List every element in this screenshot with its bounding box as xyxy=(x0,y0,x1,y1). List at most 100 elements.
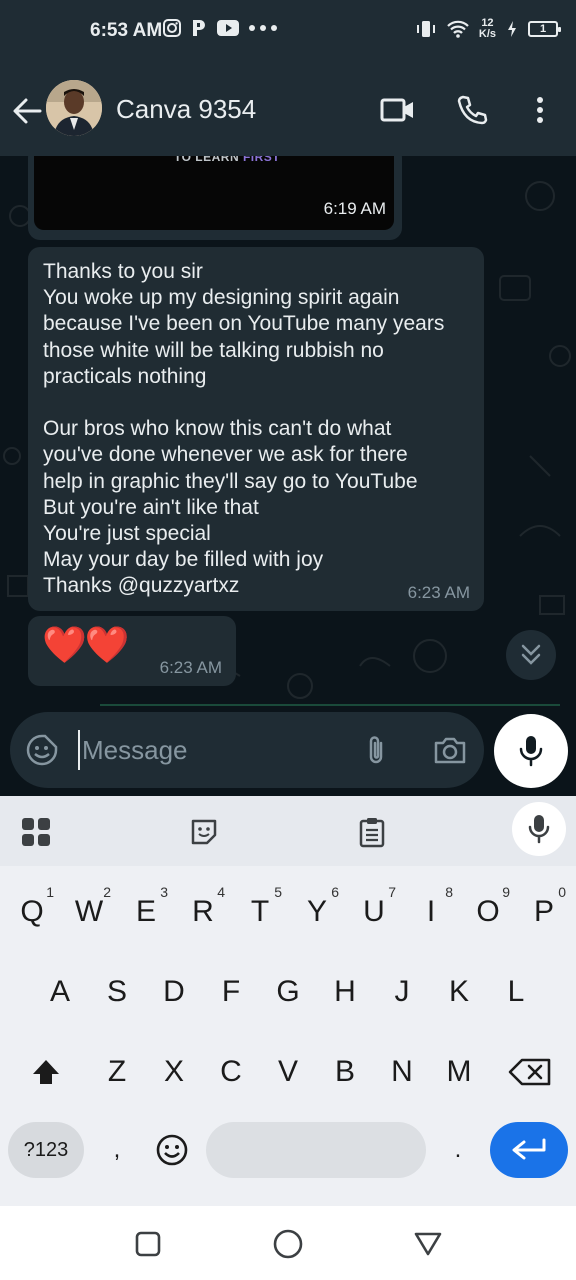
video-call-icon xyxy=(380,98,413,122)
voice-call-icon xyxy=(457,95,488,125)
emoji-button[interactable] xyxy=(24,732,60,768)
camera-icon xyxy=(434,737,466,764)
key-j[interactable]: J xyxy=(374,962,430,1022)
key-o[interactable]: 9O xyxy=(460,882,516,942)
chat-area[interactable]: TO LEARN FIRST 6:19 AM Thanks to you sir… xyxy=(0,156,576,710)
status-time: 6:53 AM xyxy=(90,20,163,41)
keyboard-toolbar xyxy=(0,796,576,866)
mic-icon xyxy=(528,815,550,844)
emoji-message-bubble[interactable]: ❤️❤️ 6:23 AM xyxy=(28,616,236,686)
key-c[interactable]: C xyxy=(203,1042,259,1102)
key-a[interactable]: A xyxy=(32,962,88,1022)
message-time: 6:23 AM xyxy=(159,658,222,677)
battery-indicator: 1 xyxy=(528,21,561,37)
key-p[interactable]: 0P xyxy=(516,882,572,942)
media-message-bubble[interactable]: TO LEARN FIRST 6:19 AM xyxy=(28,156,402,240)
chat-header: Canva 9354 xyxy=(0,64,576,156)
back-nav-button[interactable] xyxy=(408,1224,448,1264)
back-button[interactable] xyxy=(10,94,44,128)
network-speed: 12 K/s xyxy=(478,17,496,40)
backspace-icon xyxy=(508,1058,551,1086)
attach-icon xyxy=(369,736,383,764)
key-x[interactable]: X xyxy=(146,1042,202,1102)
media-caption: TO LEARN FIRST xyxy=(174,156,281,164)
text-message-bubble[interactable]: Thanks to you sir You woke up my designi… xyxy=(28,247,484,611)
instagram-icon xyxy=(163,19,181,37)
system-navigation-bar xyxy=(0,1206,576,1280)
vibrate-icon xyxy=(416,21,435,37)
more-options-button[interactable] xyxy=(520,90,560,130)
smiley-icon xyxy=(156,1134,188,1166)
enter-arrow-icon xyxy=(512,1138,546,1160)
key-y[interactable]: 6Y xyxy=(289,882,345,942)
message-text: Thanks to you sir You woke up my designi… xyxy=(43,260,445,598)
key-f[interactable]: F xyxy=(203,962,259,1022)
key-b[interactable]: B xyxy=(317,1042,373,1102)
double-chevron-down-icon xyxy=(521,644,541,665)
message-composer xyxy=(0,710,576,796)
sticker-button[interactable] xyxy=(184,812,224,852)
voice-message-button[interactable] xyxy=(494,714,568,788)
video-call-button[interactable] xyxy=(378,90,418,130)
clipboard-button[interactable] xyxy=(352,812,392,852)
shift-key[interactable] xyxy=(18,1042,74,1102)
divider-line xyxy=(100,704,560,706)
keyboard-row-1: 1Q 2W 3E 4R 5T 6Y 7U 8I 9O 0P xyxy=(0,882,576,942)
message-time: 6:19 AM xyxy=(323,199,386,218)
more-options-icon xyxy=(537,97,543,123)
emoji-key[interactable] xyxy=(146,1122,198,1178)
recents-button[interactable] xyxy=(128,1224,168,1264)
key-w[interactable]: 2W xyxy=(61,882,117,942)
wifi-icon xyxy=(447,20,469,38)
key-k[interactable]: K xyxy=(431,962,487,1022)
key-v[interactable]: V xyxy=(260,1042,316,1102)
key-s[interactable]: S xyxy=(89,962,145,1022)
contact-avatar[interactable] xyxy=(46,80,102,136)
apps-button[interactable] xyxy=(16,812,56,852)
voice-typing-button[interactable] xyxy=(512,802,566,856)
back-triangle-icon xyxy=(414,1232,442,1256)
key-e[interactable]: 3E xyxy=(118,882,174,942)
composer-field xyxy=(10,712,484,788)
key-z[interactable]: Z xyxy=(89,1042,145,1102)
contact-name[interactable]: Canva 9354 xyxy=(116,94,256,125)
scroll-to-bottom-button[interactable] xyxy=(506,630,556,680)
key-q[interactable]: 1Q xyxy=(4,882,60,942)
voice-call-button[interactable] xyxy=(452,90,492,130)
recents-square-icon xyxy=(135,1231,161,1257)
apps-grid-icon xyxy=(22,818,50,846)
key-h[interactable]: H xyxy=(317,962,373,1022)
mic-icon xyxy=(519,736,543,767)
key-g[interactable]: G xyxy=(260,962,316,1022)
backspace-key[interactable] xyxy=(502,1042,558,1102)
symbols-key[interactable]: ?123 xyxy=(8,1122,84,1178)
home-button[interactable] xyxy=(268,1224,308,1264)
on-screen-keyboard: 1Q 2W 3E 4R 5T 6Y 7U 8I 9O 0P A S D F G … xyxy=(0,796,576,1206)
enter-key[interactable] xyxy=(490,1122,568,1178)
key-m[interactable]: M xyxy=(431,1042,487,1102)
space-key[interactable] xyxy=(206,1122,426,1178)
back-arrow-icon xyxy=(13,98,42,124)
shift-arrow-icon xyxy=(33,1060,59,1084)
p-app-icon xyxy=(193,20,205,36)
key-i[interactable]: 8I xyxy=(403,882,459,942)
heart-emoji: ❤️❤️ xyxy=(42,624,130,665)
message-input[interactable] xyxy=(78,730,348,770)
home-circle-icon xyxy=(273,1229,303,1259)
clipboard-icon xyxy=(359,818,385,848)
charging-icon xyxy=(508,21,516,37)
key-d[interactable]: D xyxy=(146,962,202,1022)
key-n[interactable]: N xyxy=(374,1042,430,1102)
period-key[interactable]: . xyxy=(434,1122,482,1178)
message-time: 6:23 AM xyxy=(407,583,470,602)
key-u[interactable]: 7U xyxy=(346,882,402,942)
camera-button[interactable] xyxy=(432,732,468,768)
status-bar: 6:53 AM 12 K/s 1 xyxy=(0,0,576,64)
comma-key[interactable]: , xyxy=(92,1122,142,1178)
key-r[interactable]: 4R xyxy=(175,882,231,942)
youtube-icon xyxy=(217,20,239,36)
attach-button[interactable] xyxy=(358,732,394,768)
key-l[interactable]: L xyxy=(488,962,544,1022)
more-dots-icon xyxy=(249,25,277,31)
key-t[interactable]: 5T xyxy=(232,882,288,942)
